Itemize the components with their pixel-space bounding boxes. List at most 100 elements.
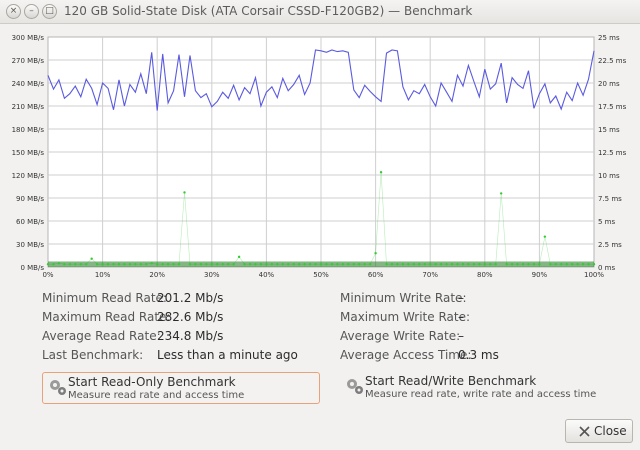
access-time-point [177, 263, 181, 266]
access-time-point [445, 263, 448, 266]
access-time-point [139, 263, 143, 266]
max-write-label: Maximum Write Rate: [340, 310, 470, 324]
title-bar: × – □ 120 GB Solid-State Disk (ATA Corsa… [0, 0, 640, 24]
window-maximize-button[interactable]: □ [42, 4, 57, 19]
last-benchmark-label: Last Benchmark: [42, 348, 144, 362]
access-time-point [183, 191, 186, 194]
x-axis-ticks: 0% 10% 20% 30% 40% 50% 60% 70% 80% 90% 100% [42, 271, 604, 279]
access-time-point [423, 263, 426, 266]
access-time-point [101, 263, 104, 266]
access-time-point [259, 263, 263, 266]
access-time-point [401, 263, 405, 266]
avg-access-value: 0.3 ms [458, 348, 499, 362]
start-read-only-benchmark-button[interactable]: Start Read-Only Benchmark Measure read r… [42, 372, 320, 404]
read-only-benchmark-subtitle: Measure read rate and access time [68, 390, 245, 401]
access-time-point [254, 263, 257, 266]
access-time-point [554, 263, 557, 266]
right-axis-ticks: 0 ms2.5 ms5 ms7.5 ms10 ms12.5 ms15 ms17.… [598, 34, 627, 272]
avg-read-label: Average Read Rate: [42, 329, 161, 343]
access-time-point [396, 263, 399, 266]
access-time-point [95, 263, 99, 266]
access-time-point [456, 263, 459, 266]
access-time-point [270, 263, 274, 266]
close-button[interactable]: Close [565, 419, 633, 443]
access-time-point [156, 263, 159, 266]
access-time-point [429, 263, 432, 266]
close-icon [579, 426, 590, 437]
min-write-label: Minimum Write Rate: [340, 291, 467, 305]
access-time-point [199, 263, 203, 266]
access-time-point [439, 263, 443, 266]
access-time-point [117, 263, 121, 266]
x-axis-tick-label: 100% [584, 271, 604, 279]
right-axis-tick-label: 17.5 ms [598, 103, 627, 111]
access-time-point [543, 235, 547, 238]
min-write-value: – [458, 291, 464, 305]
access-time-point [505, 263, 508, 266]
gears-icon [347, 379, 363, 394]
access-time-point [205, 263, 208, 266]
access-time-point [521, 263, 525, 266]
access-time-point [478, 263, 481, 266]
left-axis-tick-label: 60 MB/s [16, 218, 44, 226]
right-axis-tick-label: 22.5 ms [598, 57, 627, 65]
access-time-point [467, 263, 470, 266]
close-button-label: Close [594, 424, 627, 438]
right-axis-tick-label: 12.5 ms [598, 149, 627, 157]
access-time-point [336, 263, 339, 266]
access-time-point [194, 263, 197, 266]
access-time-point [576, 263, 579, 266]
access-time-point [106, 263, 110, 266]
access-time-point [330, 263, 334, 266]
access-time-point [287, 263, 290, 266]
avg-write-label: Average Write Rate: [340, 329, 461, 343]
access-time-point [232, 263, 235, 266]
access-time-point [499, 192, 503, 195]
access-time-point [472, 263, 476, 266]
access-time-point [385, 263, 388, 266]
read-write-benchmark-title: Start Read/Write Benchmark [365, 374, 537, 388]
access-time-point [587, 263, 590, 266]
access-time-point [532, 263, 536, 266]
last-benchmark-value: Less than a minute ago [157, 348, 298, 362]
x-axis-tick-label: 30% [204, 271, 220, 279]
access-time-point [52, 263, 55, 266]
max-read-value: 282.6 Mb/s [157, 310, 224, 324]
access-time-point [319, 263, 323, 266]
left-axis-tick-label: 300 MB/s [12, 34, 45, 42]
x-axis-tick-label: 60% [368, 271, 384, 279]
access-time-point [85, 263, 88, 266]
benchmark-chart: 0 MB/s 30 MB/s 60 MB/s 90 MB/s 120 MB/s 150 M… [12, 34, 627, 279]
max-read-label: Maximum Read Rate: [42, 310, 171, 324]
window-minimize-button[interactable]: – [24, 4, 39, 19]
access-time-point [390, 263, 394, 266]
access-time-point [210, 263, 213, 266]
max-write-value: – [458, 310, 464, 324]
start-read-write-benchmark-button[interactable]: Start Read/Write Benchmark Measure read … [340, 372, 596, 404]
access-time-point [407, 263, 410, 266]
window-close-button[interactable]: × [6, 4, 21, 19]
right-axis-tick-label: 7.5 ms [598, 195, 622, 203]
gears-icon [50, 380, 66, 395]
access-time-point [581, 263, 585, 266]
window-title: 120 GB Solid-State Disk (ATA Corsair CSS… [64, 4, 473, 18]
access-time-point [314, 263, 317, 266]
avg-access-label: Average Access Time: [340, 348, 472, 362]
left-axis-tick-label: 180 MB/s [12, 126, 45, 134]
access-time-point [418, 263, 421, 266]
access-time-point [510, 263, 514, 266]
access-time-point [434, 263, 437, 266]
access-time-point [63, 263, 66, 266]
access-time-point [368, 263, 372, 266]
access-time-point [112, 263, 115, 266]
access-time-point [243, 263, 246, 266]
access-time-point [374, 252, 377, 255]
benchmark-window: × – □ 120 GB Solid-State Disk (ATA Corsa… [0, 0, 640, 450]
right-axis-tick-label: 25 ms [598, 34, 620, 42]
access-time-point [161, 263, 164, 266]
access-time-point [412, 263, 416, 266]
avg-write-value: – [458, 329, 464, 343]
access-time-point [79, 263, 82, 266]
access-time-point [494, 263, 497, 266]
access-time-point [379, 171, 383, 174]
